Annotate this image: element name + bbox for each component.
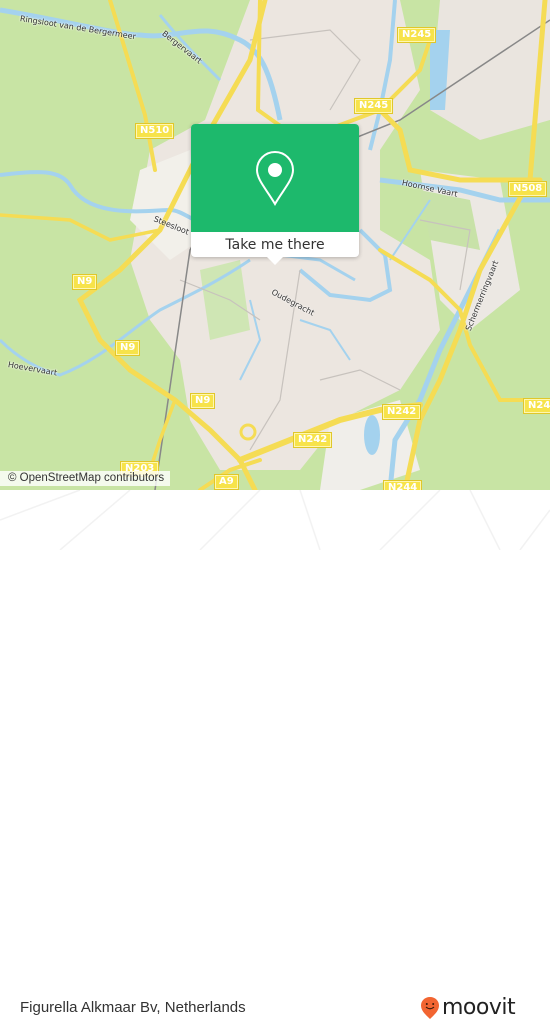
road-shield-n9: N9: [116, 341, 140, 355]
location-popup[interactable]: Take me there: [191, 124, 359, 265]
road-shield-n9: N9: [191, 394, 215, 408]
moovit-logo[interactable]: moovit: [420, 995, 516, 1020]
road-shield-n510: N510: [136, 124, 174, 138]
moovit-smiley-pin-icon: [421, 997, 439, 1019]
popup-pointer: [267, 257, 283, 265]
moovit-wordmark: moovit: [442, 995, 516, 1020]
lake: [364, 415, 380, 455]
road-shield-n242: N242: [383, 405, 421, 419]
road-shield-n243: N243: [524, 399, 550, 413]
road-shield-n9: N9: [73, 275, 97, 289]
popup-header[interactable]: [191, 124, 359, 232]
road-shield-n245: N245: [355, 99, 393, 113]
map-attribution[interactable]: © OpenStreetMap contributors: [0, 471, 171, 486]
footer-background-pattern: [0, 490, 550, 550]
road-shield-n508: N508: [509, 182, 547, 196]
road-shield-a9: A9: [215, 475, 238, 489]
map-pin-icon: [255, 150, 295, 206]
take-me-there-button[interactable]: Take me there: [191, 232, 359, 257]
road-shield-n242: N242: [294, 433, 332, 447]
road-shield-n244: N244: [384, 481, 422, 490]
map-view[interactable]: N245 N245 N510 N508 N9 N9 N9 N242 N242 N…: [0, 0, 550, 490]
road-shield-n245: N245: [398, 28, 436, 42]
urban-area: [430, 0, 550, 140]
footer: Figurella Alkmaar Bv, Netherlands moovit: [0, 490, 550, 1019]
place-name: Figurella Alkmaar Bv, Netherlands: [20, 999, 246, 1016]
